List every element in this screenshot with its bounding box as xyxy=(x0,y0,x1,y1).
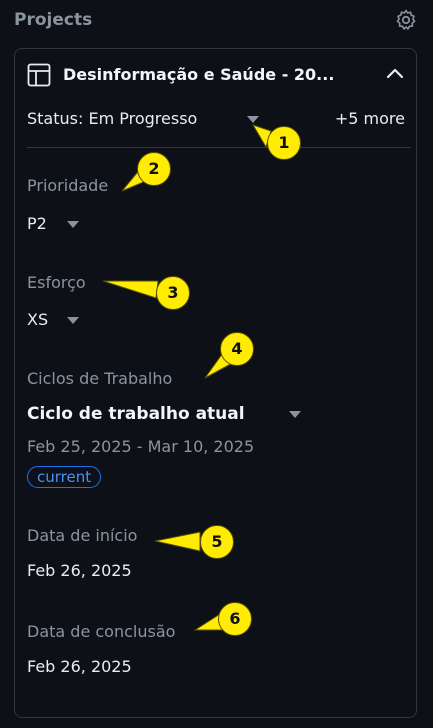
callout-3: 3 xyxy=(156,276,190,310)
callout-5: 5 xyxy=(200,525,234,559)
callout-1: 1 xyxy=(267,126,301,160)
callout-4: 4 xyxy=(220,332,254,366)
callout-pointers xyxy=(102,124,272,631)
callout-2: 2 xyxy=(137,152,171,186)
callout-6: 6 xyxy=(218,602,252,636)
